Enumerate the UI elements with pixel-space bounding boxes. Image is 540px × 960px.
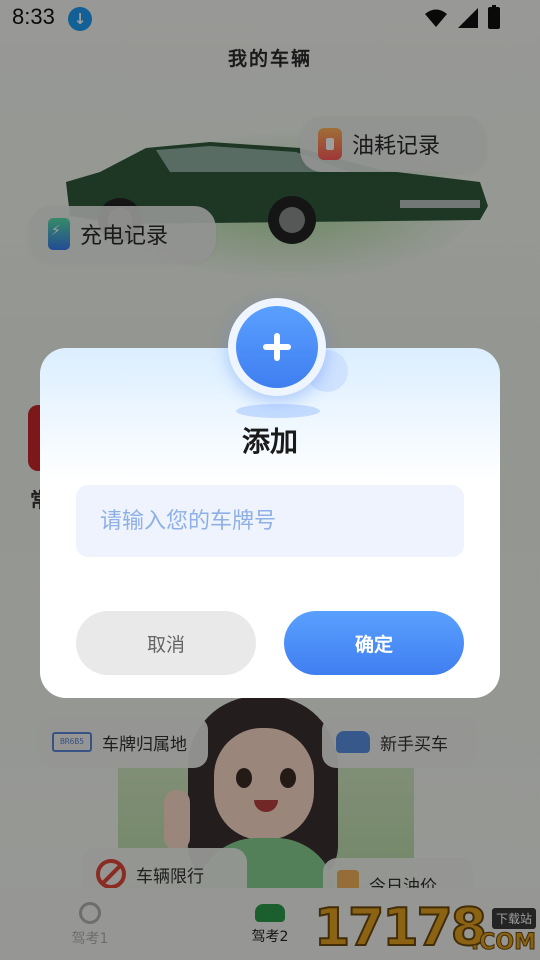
plus-shadow (236, 404, 320, 418)
plate-number-input[interactable] (76, 485, 464, 557)
plus-icon (236, 306, 318, 388)
plus-badge (228, 298, 348, 398)
confirm-button[interactable]: 确定 (284, 611, 464, 675)
cancel-button[interactable]: 取消 (76, 611, 256, 675)
dialog-title: 添加 (241, 425, 298, 458)
